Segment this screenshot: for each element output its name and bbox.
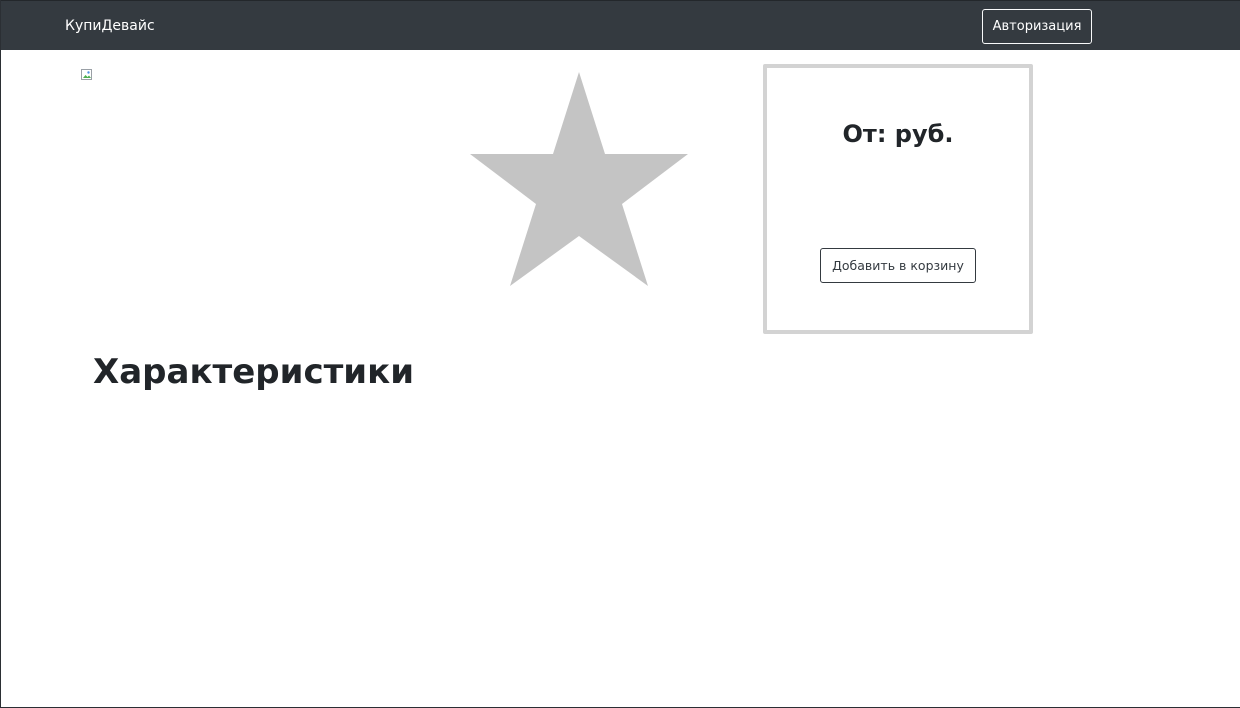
star-icon[interactable] xyxy=(470,72,688,286)
auth-button[interactable]: Авторизация xyxy=(982,9,1092,44)
price-card: От: руб. Добавить в корзину xyxy=(763,64,1033,334)
product-page: КупиДевайс Авторизация От: руб. Добавить… xyxy=(0,0,1240,708)
add-to-cart-button[interactable]: Добавить в корзину xyxy=(820,248,976,283)
characteristics-title: Характеристики xyxy=(93,352,415,392)
broken-image-icon xyxy=(81,69,92,80)
top-navbar: КупиДевайс Авторизация xyxy=(1,0,1240,50)
price-text: От: руб. xyxy=(842,120,954,148)
brand-link[interactable]: КупиДевайс xyxy=(65,16,155,36)
product-image xyxy=(81,66,93,80)
